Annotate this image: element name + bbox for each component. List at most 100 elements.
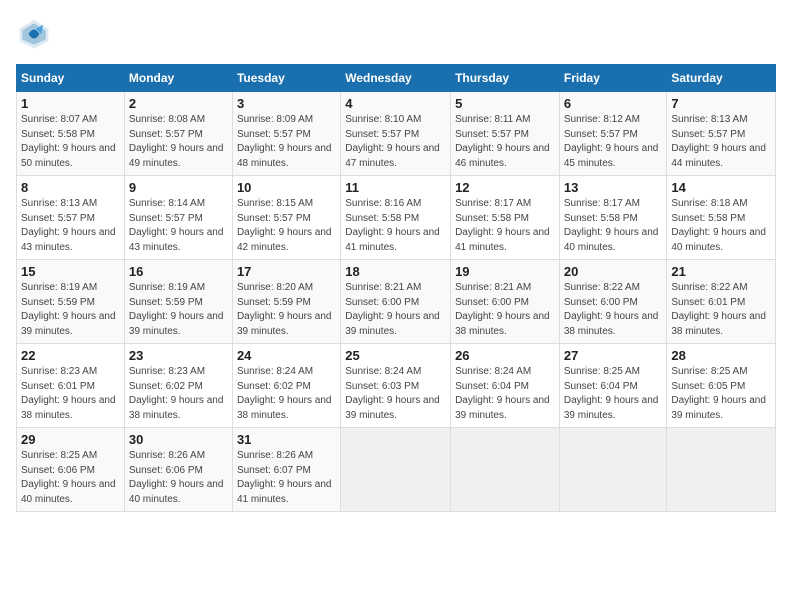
calendar-cell: 1 Sunrise: 8:07 AM Sunset: 5:58 PM Daylig… bbox=[17, 92, 125, 176]
day-number: 18 bbox=[345, 264, 446, 279]
calendar-cell: 30 Sunrise: 8:26 AM Sunset: 6:06 PM Dayli… bbox=[124, 428, 232, 512]
day-number: 28 bbox=[671, 348, 771, 363]
day-number: 29 bbox=[21, 432, 120, 447]
day-number: 10 bbox=[237, 180, 336, 195]
calendar-cell bbox=[667, 428, 776, 512]
calendar-cell: 12 Sunrise: 8:17 AM Sunset: 5:58 PM Dayli… bbox=[451, 176, 560, 260]
page-header bbox=[16, 16, 776, 52]
day-info: Sunrise: 8:25 AM Sunset: 6:06 PM Dayligh… bbox=[21, 449, 120, 507]
header-cell-sunday: Sunday bbox=[17, 65, 125, 92]
day-info: Sunrise: 8:23 AM Sunset: 6:01 PM Dayligh… bbox=[21, 365, 120, 423]
calendar-week-4: 22 Sunrise: 8:23 AM Sunset: 6:01 PM Dayli… bbox=[17, 344, 776, 428]
day-info: Sunrise: 8:13 AM Sunset: 5:57 PM Dayligh… bbox=[671, 113, 771, 171]
day-number: 4 bbox=[345, 96, 446, 111]
day-info: Sunrise: 8:24 AM Sunset: 6:04 PM Dayligh… bbox=[455, 365, 555, 423]
header-cell-wednesday: Wednesday bbox=[341, 65, 451, 92]
day-info: Sunrise: 8:16 AM Sunset: 5:58 PM Dayligh… bbox=[345, 197, 446, 255]
calendar-cell: 5 Sunrise: 8:11 AM Sunset: 5:57 PM Daylig… bbox=[451, 92, 560, 176]
day-number: 13 bbox=[564, 180, 663, 195]
day-number: 24 bbox=[237, 348, 336, 363]
calendar-cell: 20 Sunrise: 8:22 AM Sunset: 6:00 PM Dayli… bbox=[559, 260, 667, 344]
calendar-cell: 29 Sunrise: 8:25 AM Sunset: 6:06 PM Dayli… bbox=[17, 428, 125, 512]
calendar-cell: 11 Sunrise: 8:16 AM Sunset: 5:58 PM Dayli… bbox=[341, 176, 451, 260]
day-info: Sunrise: 8:19 AM Sunset: 5:59 PM Dayligh… bbox=[21, 281, 120, 339]
day-info: Sunrise: 8:26 AM Sunset: 6:06 PM Dayligh… bbox=[129, 449, 228, 507]
calendar-cell bbox=[451, 428, 560, 512]
calendar-cell: 24 Sunrise: 8:24 AM Sunset: 6:02 PM Dayli… bbox=[232, 344, 340, 428]
calendar-cell: 4 Sunrise: 8:10 AM Sunset: 5:57 PM Daylig… bbox=[341, 92, 451, 176]
calendar-cell: 9 Sunrise: 8:14 AM Sunset: 5:57 PM Daylig… bbox=[124, 176, 232, 260]
day-info: Sunrise: 8:25 AM Sunset: 6:04 PM Dayligh… bbox=[564, 365, 663, 423]
day-number: 2 bbox=[129, 96, 228, 111]
calendar-cell: 31Sunrise: 8:26 AM Sunset: 6:07 PM Dayli… bbox=[232, 428, 340, 512]
day-info: Sunrise: 8:11 AM Sunset: 5:57 PM Dayligh… bbox=[455, 113, 555, 171]
calendar-cell bbox=[341, 428, 451, 512]
day-info: Sunrise: 8:24 AM Sunset: 6:03 PM Dayligh… bbox=[345, 365, 446, 423]
calendar-cell: 7 Sunrise: 8:13 AM Sunset: 5:57 PM Daylig… bbox=[667, 92, 776, 176]
day-number: 14 bbox=[671, 180, 771, 195]
calendar-body: 1 Sunrise: 8:07 AM Sunset: 5:58 PM Daylig… bbox=[17, 92, 776, 512]
logo bbox=[16, 16, 58, 52]
day-info: Sunrise: 8:20 AM Sunset: 5:59 PM Dayligh… bbox=[237, 281, 336, 339]
day-info: Sunrise: 8:07 AM Sunset: 5:58 PM Dayligh… bbox=[21, 113, 120, 171]
day-number: 27 bbox=[564, 348, 663, 363]
header-cell-friday: Friday bbox=[559, 65, 667, 92]
header-cell-saturday: Saturday bbox=[667, 65, 776, 92]
calendar-cell: 21 Sunrise: 8:22 AM Sunset: 6:01 PM Dayli… bbox=[667, 260, 776, 344]
day-info: Sunrise: 8:23 AM Sunset: 6:02 PM Dayligh… bbox=[129, 365, 228, 423]
day-number: 22 bbox=[21, 348, 120, 363]
calendar-cell: 18Sunrise: 8:21 AM Sunset: 6:00 PM Dayli… bbox=[341, 260, 451, 344]
day-number: 3 bbox=[237, 96, 336, 111]
day-info: Sunrise: 8:10 AM Sunset: 5:57 PM Dayligh… bbox=[345, 113, 446, 171]
calendar-cell: 10Sunrise: 8:15 AM Sunset: 5:57 PM Dayli… bbox=[232, 176, 340, 260]
day-info: Sunrise: 8:25 AM Sunset: 6:05 PM Dayligh… bbox=[671, 365, 771, 423]
calendar-cell bbox=[559, 428, 667, 512]
day-info: Sunrise: 8:19 AM Sunset: 5:59 PM Dayligh… bbox=[129, 281, 228, 339]
day-number: 1 bbox=[21, 96, 120, 111]
calendar-table: SundayMondayTuesdayWednesdayThursdayFrid… bbox=[16, 64, 776, 512]
day-info: Sunrise: 8:14 AM Sunset: 5:57 PM Dayligh… bbox=[129, 197, 228, 255]
day-info: Sunrise: 8:26 AM Sunset: 6:07 PM Dayligh… bbox=[237, 449, 336, 507]
calendar-cell: 27 Sunrise: 8:25 AM Sunset: 6:04 PM Dayli… bbox=[559, 344, 667, 428]
calendar-header-row: SundayMondayTuesdayWednesdayThursdayFrid… bbox=[17, 65, 776, 92]
day-info: Sunrise: 8:22 AM Sunset: 6:00 PM Dayligh… bbox=[564, 281, 663, 339]
calendar-cell: 19 Sunrise: 8:21 AM Sunset: 6:00 PM Dayli… bbox=[451, 260, 560, 344]
day-number: 7 bbox=[671, 96, 771, 111]
calendar-cell: 15Sunrise: 8:19 AM Sunset: 5:59 PM Dayli… bbox=[17, 260, 125, 344]
day-info: Sunrise: 8:24 AM Sunset: 6:02 PM Dayligh… bbox=[237, 365, 336, 423]
day-info: Sunrise: 8:08 AM Sunset: 5:57 PM Dayligh… bbox=[129, 113, 228, 171]
day-number: 19 bbox=[455, 264, 555, 279]
header-cell-monday: Monday bbox=[124, 65, 232, 92]
day-number: 17 bbox=[237, 264, 336, 279]
day-number: 5 bbox=[455, 96, 555, 111]
calendar-week-2: 8Sunrise: 8:13 AM Sunset: 5:57 PM Daylig… bbox=[17, 176, 776, 260]
day-info: Sunrise: 8:18 AM Sunset: 5:58 PM Dayligh… bbox=[671, 197, 771, 255]
calendar-cell: 16 Sunrise: 8:19 AM Sunset: 5:59 PM Dayli… bbox=[124, 260, 232, 344]
calendar-cell: 6 Sunrise: 8:12 AM Sunset: 5:57 PM Daylig… bbox=[559, 92, 667, 176]
calendar-cell: 17 Sunrise: 8:20 AM Sunset: 5:59 PM Dayli… bbox=[232, 260, 340, 344]
day-number: 25 bbox=[345, 348, 446, 363]
calendar-week-3: 15Sunrise: 8:19 AM Sunset: 5:59 PM Dayli… bbox=[17, 260, 776, 344]
day-number: 12 bbox=[455, 180, 555, 195]
day-info: Sunrise: 8:22 AM Sunset: 6:01 PM Dayligh… bbox=[671, 281, 771, 339]
header-cell-thursday: Thursday bbox=[451, 65, 560, 92]
day-info: Sunrise: 8:12 AM Sunset: 5:57 PM Dayligh… bbox=[564, 113, 663, 171]
calendar-cell: 26Sunrise: 8:24 AM Sunset: 6:04 PM Dayli… bbox=[451, 344, 560, 428]
calendar-cell: 8Sunrise: 8:13 AM Sunset: 5:57 PM Daylig… bbox=[17, 176, 125, 260]
day-number: 20 bbox=[564, 264, 663, 279]
day-number: 9 bbox=[129, 180, 228, 195]
day-info: Sunrise: 8:13 AM Sunset: 5:57 PM Dayligh… bbox=[21, 197, 120, 255]
header-cell-tuesday: Tuesday bbox=[232, 65, 340, 92]
day-info: Sunrise: 8:21 AM Sunset: 6:00 PM Dayligh… bbox=[455, 281, 555, 339]
calendar-cell: 25 Sunrise: 8:24 AM Sunset: 6:03 PM Dayli… bbox=[341, 344, 451, 428]
calendar-cell: 23Sunrise: 8:23 AM Sunset: 6:02 PM Dayli… bbox=[124, 344, 232, 428]
day-number: 16 bbox=[129, 264, 228, 279]
day-info: Sunrise: 8:17 AM Sunset: 5:58 PM Dayligh… bbox=[455, 197, 555, 255]
calendar-week-1: 1 Sunrise: 8:07 AM Sunset: 5:58 PM Daylig… bbox=[17, 92, 776, 176]
day-number: 6 bbox=[564, 96, 663, 111]
day-number: 11 bbox=[345, 180, 446, 195]
day-number: 21 bbox=[671, 264, 771, 279]
day-number: 30 bbox=[129, 432, 228, 447]
calendar-cell: 22 Sunrise: 8:23 AM Sunset: 6:01 PM Dayli… bbox=[17, 344, 125, 428]
day-info: Sunrise: 8:17 AM Sunset: 5:58 PM Dayligh… bbox=[564, 197, 663, 255]
